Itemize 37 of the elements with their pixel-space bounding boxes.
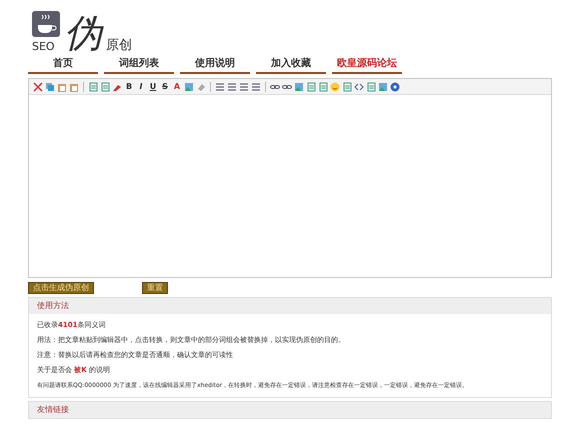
cup-logo-icon (32, 11, 60, 37)
list-icon[interactable] (215, 82, 225, 92)
logo-title: 伪 (64, 14, 102, 52)
nav-link[interactable]: 使用说明 (180, 56, 250, 74)
document-icon[interactable] (306, 82, 316, 92)
nav-link[interactable]: 首页 (28, 56, 98, 74)
copy-icon[interactable] (45, 82, 55, 92)
image-icon[interactable] (184, 82, 194, 92)
generate-button[interactable]: 点击生成伪原创 (28, 282, 94, 294)
help-icon[interactable] (390, 82, 400, 92)
reset-button[interactable]: 重置 (142, 282, 168, 294)
format-button[interactable]: S (160, 82, 170, 92)
image-icon[interactable] (294, 82, 304, 92)
list-icon[interactable] (239, 82, 249, 92)
eraser-icon[interactable] (196, 82, 206, 92)
format-button[interactable]: A (172, 82, 182, 92)
document-icon[interactable] (318, 82, 328, 92)
format-button[interactable]: I (136, 82, 146, 92)
format-button[interactable]: B (124, 82, 134, 92)
smiley-icon[interactable] (330, 82, 340, 92)
document-icon[interactable] (366, 82, 376, 92)
cut-icon[interactable] (33, 82, 43, 92)
logo-tag: SEO (32, 41, 55, 52)
panel-title: 友情链接 (29, 402, 551, 418)
document-icon[interactable] (100, 82, 110, 92)
format-button[interactable]: U (148, 82, 158, 92)
document-icon[interactable] (88, 82, 98, 92)
image-icon[interactable] (378, 82, 388, 92)
logo-subtitle: 原创 (106, 39, 132, 52)
list-icon[interactable] (227, 82, 237, 92)
code-icon[interactable] (354, 82, 364, 92)
panel-title: 使用方法 (29, 298, 551, 314)
nav-link[interactable]: 欧皇源码论坛 (332, 56, 402, 74)
list-icon[interactable] (251, 82, 261, 92)
document-icon[interactable] (342, 82, 352, 92)
nav-link[interactable]: 词组列表 (104, 56, 174, 74)
nav-link[interactable]: 加入收藏 (256, 56, 326, 74)
